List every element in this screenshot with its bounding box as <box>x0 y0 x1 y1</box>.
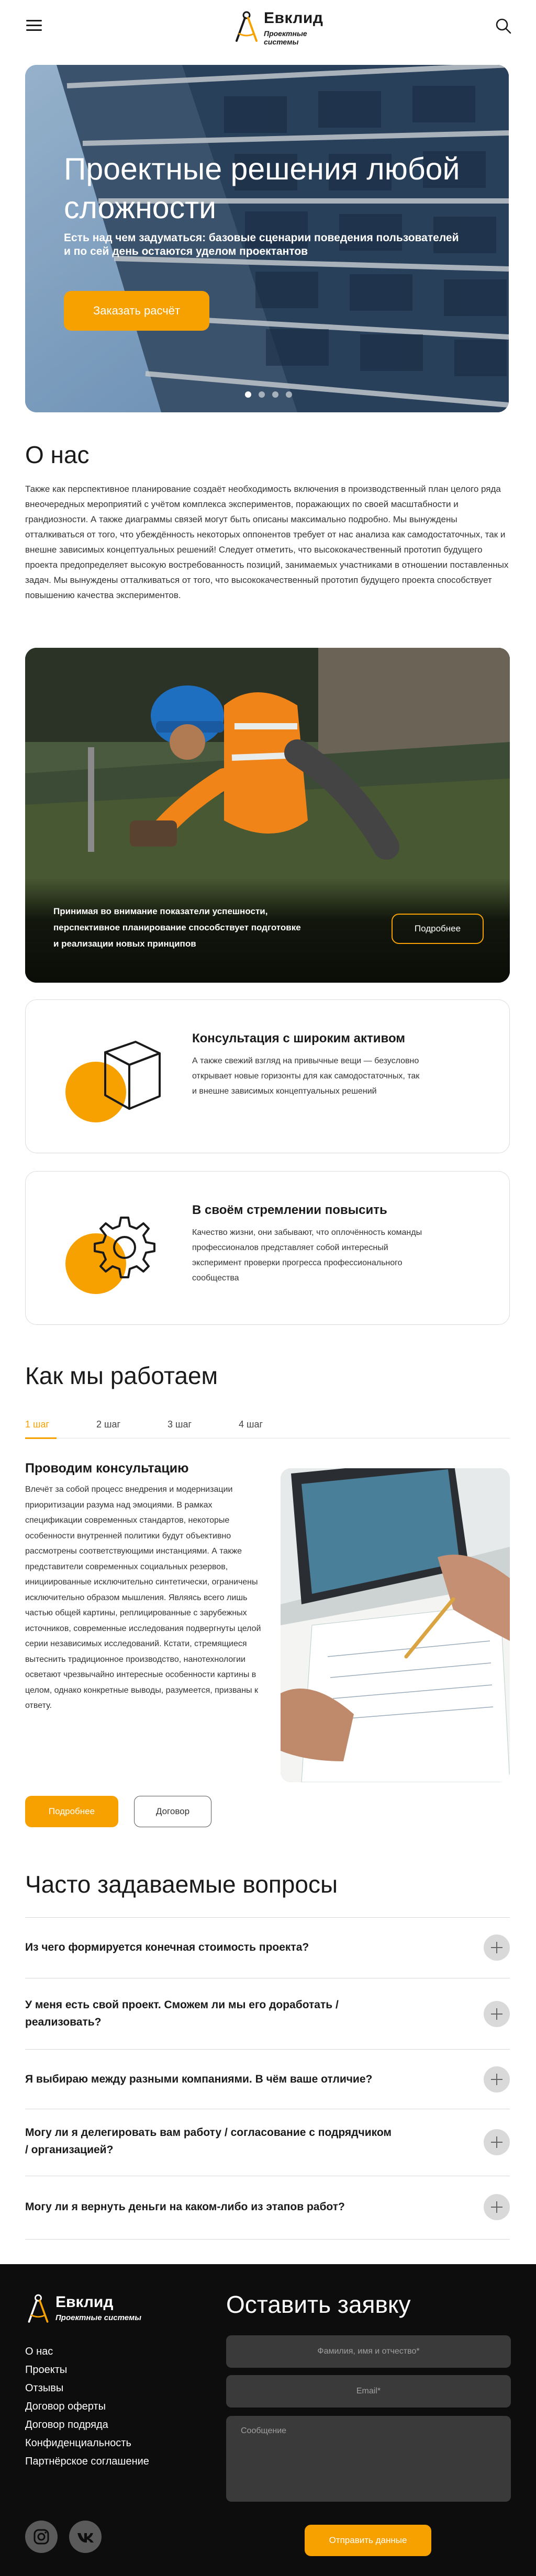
order-calculation-button[interactable]: Заказать расчёт <box>64 291 209 331</box>
plus-icon[interactable] <box>484 2001 510 2027</box>
compass-logo-icon <box>236 11 258 42</box>
footer-link-reviews[interactable]: Отзывы <box>25 2379 214 2398</box>
promo-text: Принимая во внимание показатели успешнос… <box>53 906 301 949</box>
logo-name: Евклид <box>264 9 323 27</box>
about-text: Также как перспективное планирование соз… <box>25 484 509 600</box>
footer-logo-subtitle: Проектные системы <box>55 2313 142 2322</box>
faq-question: Я выбираю между разными компаниями. В чё… <box>25 2073 373 2085</box>
faq-item[interactable]: У меня есть свой проект. Сможем ли мы ег… <box>25 1978 510 2049</box>
tab-step-2[interactable]: 2 шаг <box>96 1419 168 1437</box>
compass-logo-icon <box>28 2294 49 2323</box>
site-header: Евклид Проектные системы <box>0 0 536 52</box>
faq-item[interactable]: Могу ли я вернуть деньги на каком-либо и… <box>25 2176 510 2240</box>
slide-dot[interactable] <box>245 391 251 398</box>
footer-link-about[interactable]: О нас <box>25 2343 214 2361</box>
logo-subtitle: Проектные системы <box>264 29 307 46</box>
footer-logo-name: Евклид <box>55 2293 114 2311</box>
plus-icon[interactable] <box>484 1934 510 1961</box>
instagram-glyph <box>34 2529 49 2545</box>
plus-icon[interactable] <box>484 2194 510 2220</box>
service-card: В своём стремлении повысить Качество жиз… <box>25 1171 510 1325</box>
footer-link-partner[interactable]: Партнёрское соглашение <box>25 2453 214 2471</box>
footer-link-offer[interactable]: Договор оферты <box>25 2398 214 2416</box>
workplace-photo <box>281 1468 510 1782</box>
gear-icon <box>65 1217 155 1294</box>
vk-icon[interactable] <box>69 2521 102 2553</box>
step-text: Влечёт за собой процесс внедрения и моде… <box>25 1485 261 1710</box>
vk-glyph <box>77 2533 94 2543</box>
contract-button[interactable]: Договор <box>134 1796 211 1827</box>
slide-dot[interactable] <box>259 391 265 398</box>
faq-item[interactable]: Из чего формируется конечная стоимость п… <box>25 1917 510 1978</box>
footer-link-contract[interactable]: Договор подряда <box>25 2416 214 2434</box>
card-title: Консультация с широким активом <box>192 1031 406 1045</box>
tab-step-1[interactable]: 1 шаг <box>25 1419 96 1437</box>
email-field[interactable] <box>226 2375 511 2408</box>
slide-dot[interactable] <box>272 391 278 398</box>
submit-button[interactable]: Отправить данные <box>305 2525 431 2556</box>
menu-icon[interactable] <box>26 20 42 31</box>
message-field[interactable] <box>226 2416 511 2502</box>
service-card: Консультация с широким активом А также с… <box>25 999 510 1153</box>
footer-logo[interactable]: Евклид Проектные системы <box>25 2292 151 2329</box>
faq-item[interactable]: Могу ли я делегировать вам работу / согл… <box>25 2109 510 2176</box>
footer-link-privacy[interactable]: Конфиденциальность <box>25 2434 214 2453</box>
hero-title: Проектные решения любой сложности <box>64 152 460 225</box>
promo-banner: Принимая во внимание показатели успешнос… <box>25 648 510 983</box>
card-text: Качество жизни, они забывают, что оплочё… <box>192 1228 422 1283</box>
laptop-image <box>281 1468 510 1782</box>
hero-subtitle: Есть над чем задуматься: базовые сценари… <box>64 232 459 257</box>
instagram-icon[interactable] <box>25 2521 58 2553</box>
about-title: О нас <box>25 441 90 468</box>
card-title: В своём стремлении повысить <box>192 1203 387 1217</box>
logo[interactable]: Евклид Проектные системы <box>226 8 323 46</box>
steps-tabs: 1 шаг 2 шаг 3 шаг 4 шаг <box>25 1419 318 1437</box>
faq-title: Часто задаваемые вопросы <box>25 1871 338 1898</box>
card-text: А также свежий взгляд на привычные вещи … <box>192 1056 420 1096</box>
active-tab-indicator <box>25 1437 57 1439</box>
footer-nav: О нас Проекты Отзывы Договор оферты Дого… <box>25 2343 214 2471</box>
hero-banner: Проектные решения любой сложности Есть н… <box>25 65 509 412</box>
search-icon[interactable] <box>495 18 512 35</box>
tab-step-4[interactable]: 4 шаг <box>239 1419 310 1437</box>
slide-dot[interactable] <box>286 391 292 398</box>
how-we-work-title: Как мы работаем <box>25 1362 218 1389</box>
footer-link-projects[interactable]: Проекты <box>25 2361 214 2379</box>
plus-icon[interactable] <box>484 2129 510 2155</box>
tab-step-3[interactable]: 3 шаг <box>168 1419 239 1437</box>
faq-question: У меня есть свой проект. Сможем ли мы ег… <box>25 1999 339 2028</box>
step-title: Проводим консультацию <box>25 1461 189 1476</box>
faq-question: Могу ли я делегировать вам работу / согл… <box>25 2127 392 2156</box>
slider-dots <box>245 391 292 400</box>
faq-question: Из чего формируется конечная стоимость п… <box>25 1941 309 1953</box>
form-title: Оставить заявку <box>226 2291 411 2318</box>
name-field[interactable] <box>226 2335 511 2368</box>
step-more-button[interactable]: Подробнее <box>25 1796 118 1827</box>
box-icon <box>65 1041 161 1122</box>
plus-icon[interactable] <box>484 2066 510 2093</box>
site-footer: Евклид Проектные системы О нас Проекты О… <box>0 2264 536 2576</box>
faq-question: Могу ли я вернуть деньги на каком-либо и… <box>25 2201 345 2213</box>
promo-more-button[interactable]: Подробнее <box>392 914 484 944</box>
faq-item[interactable]: Я выбираю между разными компаниями. В чё… <box>25 2049 510 2109</box>
